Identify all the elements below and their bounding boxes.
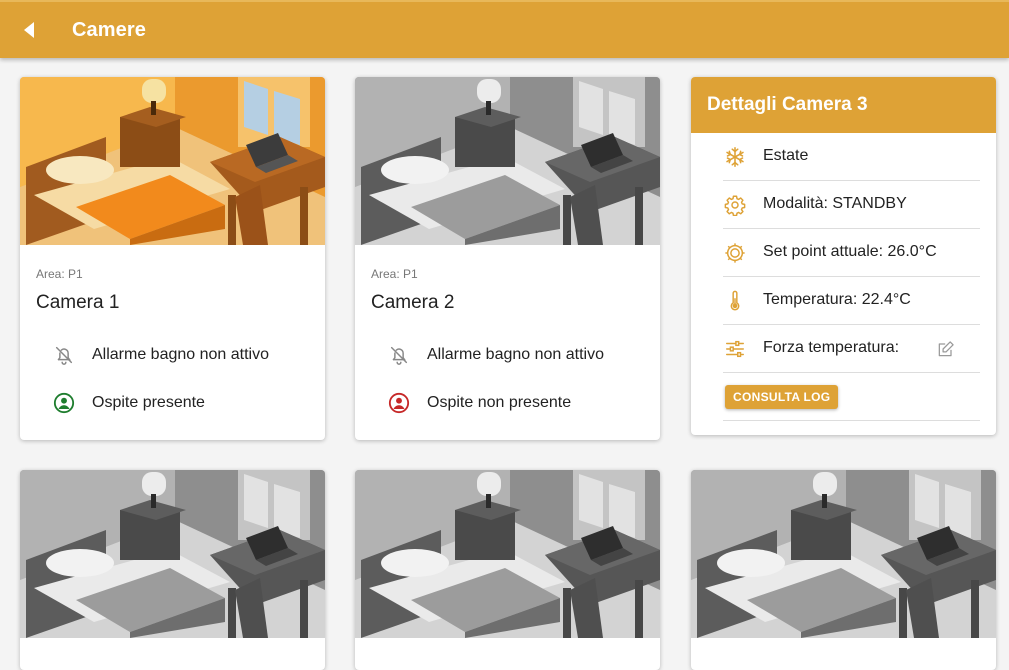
room-image	[355, 77, 660, 245]
room-area: Area: P1	[371, 267, 418, 281]
room-image	[691, 470, 996, 638]
user-circle-icon	[52, 391, 76, 415]
bell-off-icon	[52, 343, 76, 367]
room-card-2[interactable]: Area: P1 Camera 2 Allarme bagno non atti…	[355, 77, 660, 440]
setpoint-row: Set point attuale: 26.0°C	[723, 229, 980, 277]
alarm-text: Allarme bagno non attivo	[427, 346, 604, 363]
user-circle-icon	[387, 391, 411, 415]
details-title: Dettagli Camera 3	[707, 94, 868, 115]
guest-text: Ospite non presente	[427, 394, 572, 411]
app-bar: Camere	[0, 0, 1009, 58]
setpoint-text: Set point attuale: 26.0°C	[763, 243, 937, 260]
alarm-status: Allarme bagno non attivo	[52, 341, 269, 369]
temperature-text: Temperatura: 22.4°C	[763, 291, 911, 308]
details-header: Dettagli Camera 3	[691, 77, 996, 133]
edit-icon	[938, 341, 954, 357]
edit-button[interactable]	[936, 339, 956, 359]
back-button[interactable]	[18, 18, 40, 42]
room-details-card: Dettagli Camera 3 Estate Modalità: STAND…	[691, 77, 996, 435]
temperature-row: Temperatura: 22.4°C	[723, 277, 980, 325]
room-card-6[interactable]	[691, 470, 996, 670]
back-arrow-icon	[24, 22, 34, 38]
season-row: Estate	[723, 133, 980, 181]
guest-status: Ospite presente	[52, 389, 205, 417]
snowflake-icon	[723, 145, 747, 169]
bell-off-icon	[387, 343, 411, 367]
guest-status: Ospite non presente	[387, 389, 571, 417]
gear-icon	[723, 193, 747, 217]
alarm-status: Allarme bagno non attivo	[387, 341, 604, 369]
room-card-1[interactable]: Area: P1 Camera 1 Allarme bagno non atti…	[20, 77, 325, 440]
room-name: Camera 2	[371, 292, 455, 313]
guest-text: Ospite presente	[92, 394, 205, 411]
room-area: Area: P1	[36, 267, 83, 281]
room-image	[20, 77, 325, 245]
room-card-4[interactable]	[20, 470, 325, 670]
setpoint-icon	[723, 241, 747, 265]
force-temperature-text: Forza temperatura:	[763, 339, 900, 356]
force-temperature-row: Forza temperatura:	[723, 325, 980, 373]
room-image	[355, 470, 660, 638]
room-image	[20, 470, 325, 638]
divider	[723, 420, 980, 421]
consulta-log-button[interactable]: CONSULTA LOG	[725, 385, 839, 409]
mode-text: Modalità: STANDBY	[763, 195, 907, 212]
mode-row: Modalità: STANDBY	[723, 181, 980, 229]
room-card-5[interactable]	[355, 470, 660, 670]
room-name: Camera 1	[36, 292, 120, 313]
alarm-text: Allarme bagno non attivo	[92, 346, 269, 363]
sliders-icon	[723, 337, 747, 361]
page-title: Camere	[72, 19, 146, 41]
thermometer-icon	[723, 289, 747, 313]
season-text: Estate	[763, 147, 809, 164]
